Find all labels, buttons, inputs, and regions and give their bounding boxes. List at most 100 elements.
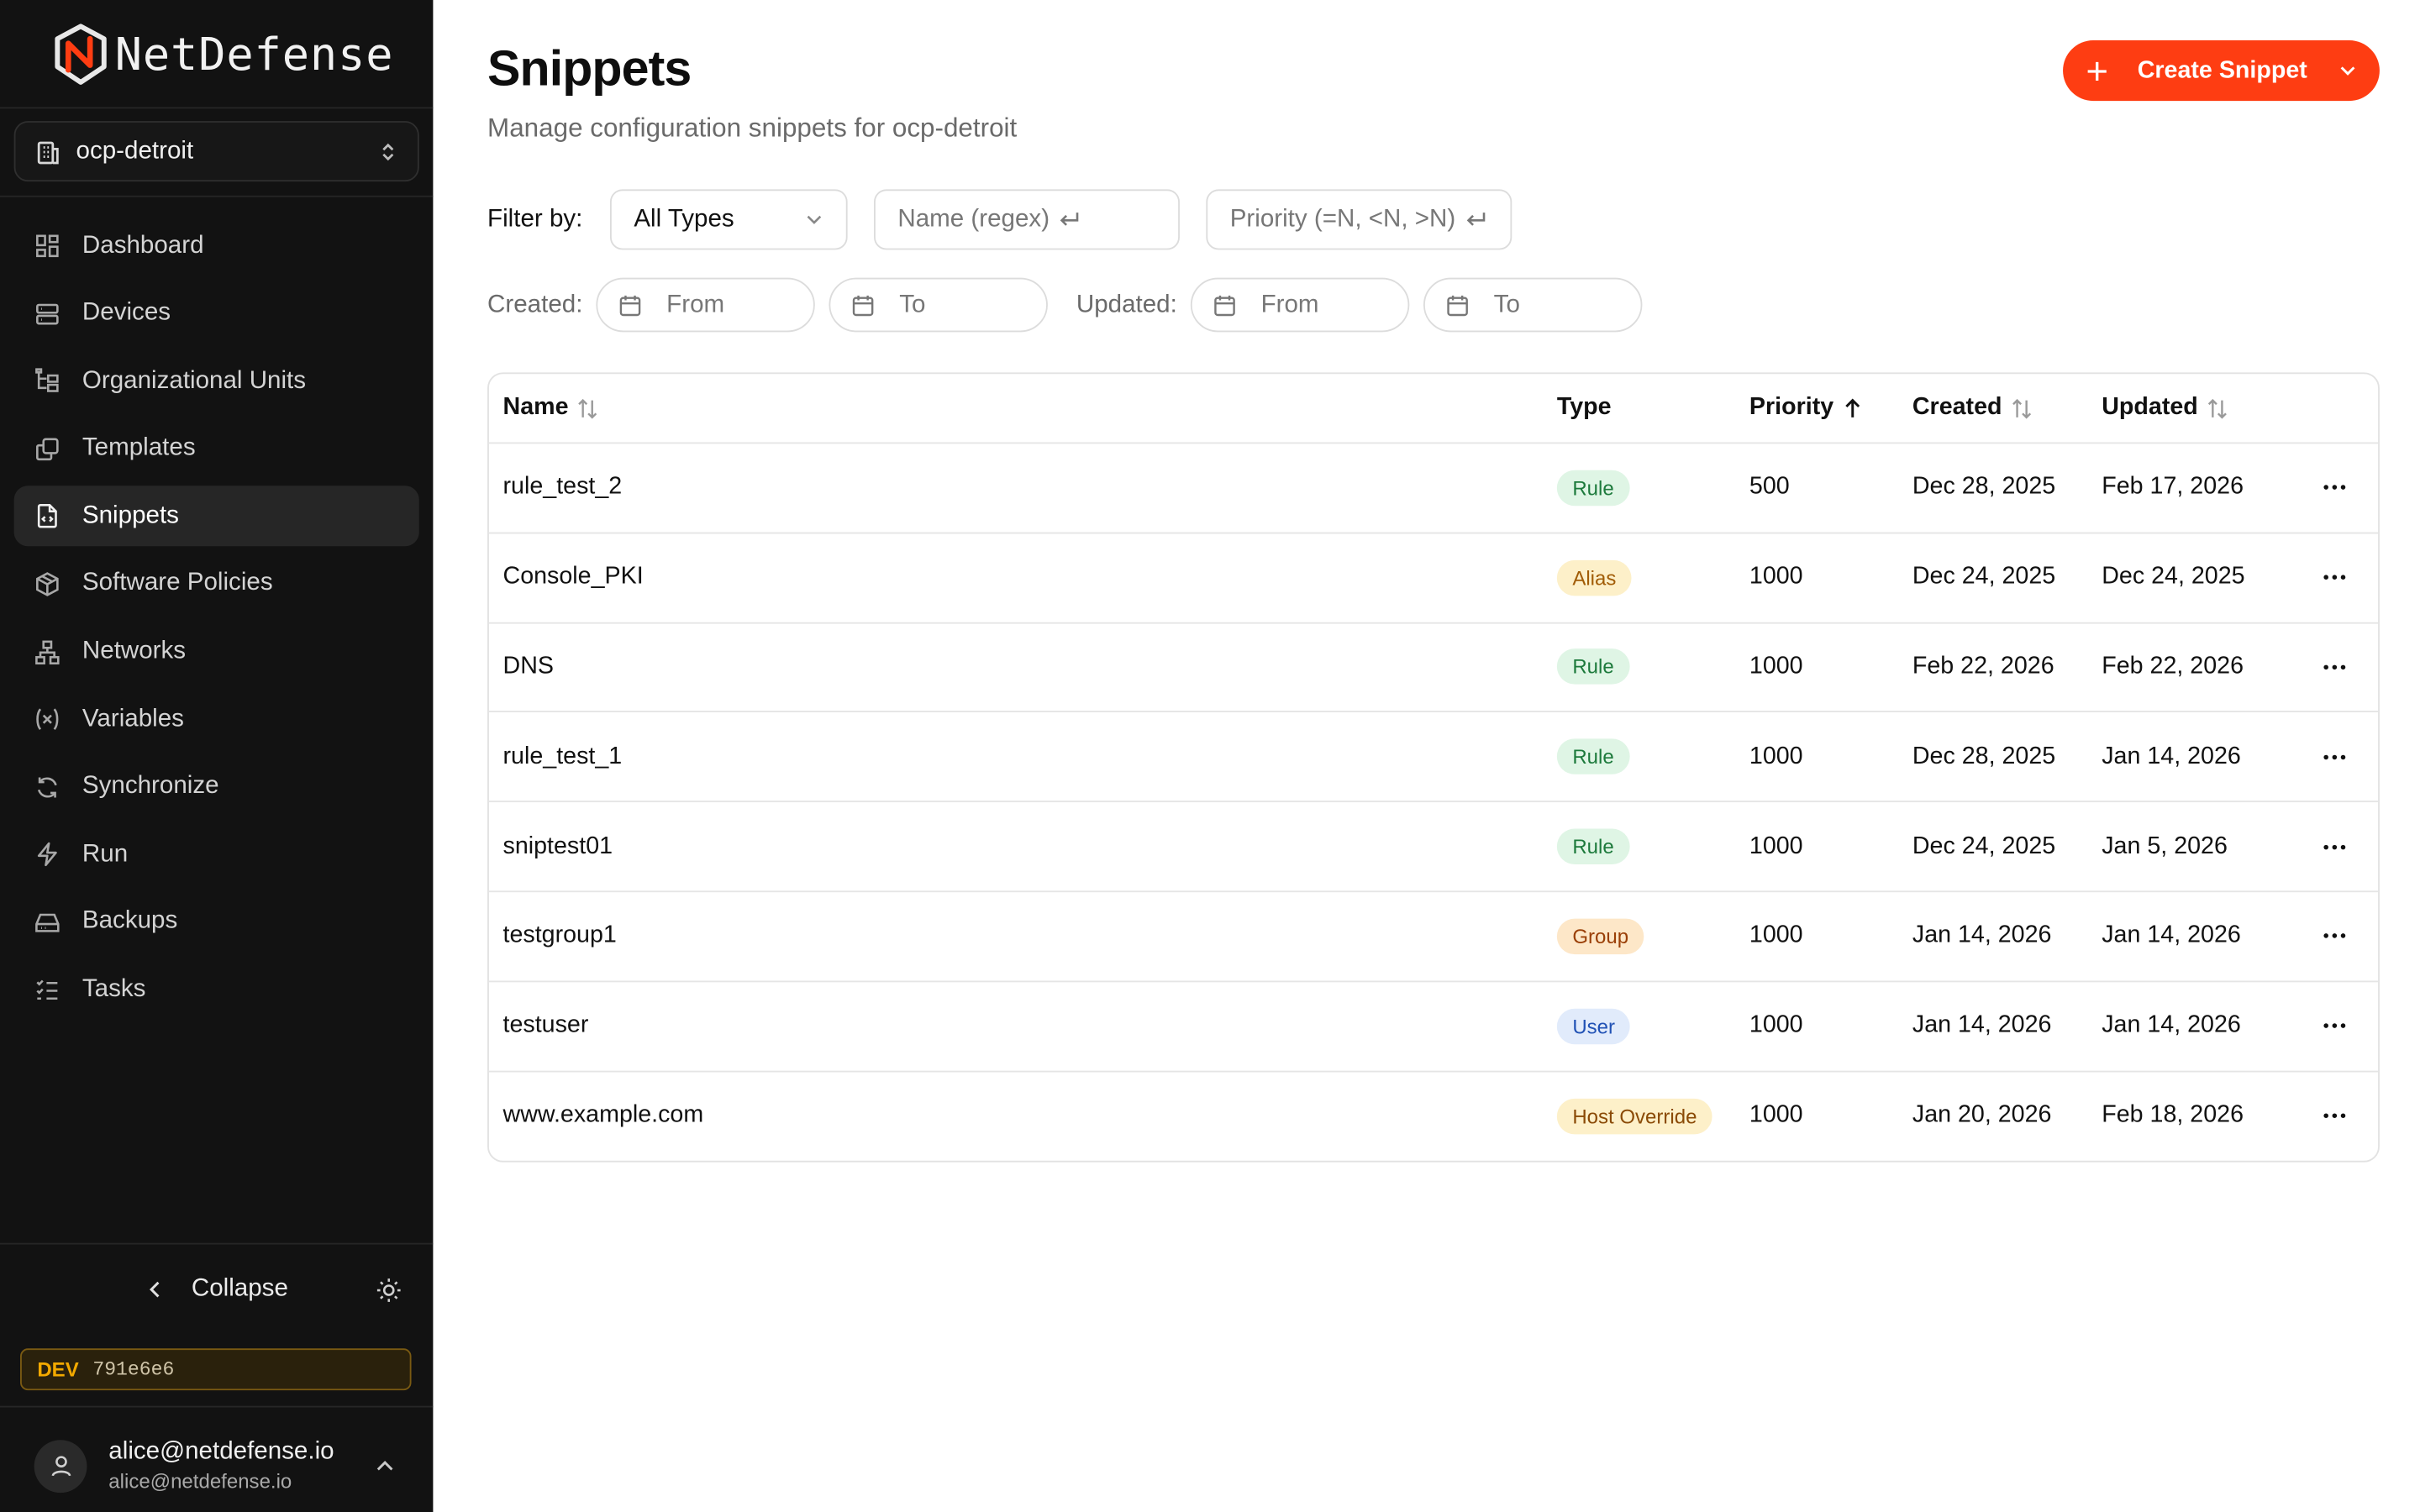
row-actions-button[interactable] (2312, 1023, 2358, 1029)
env-tag: DEV (37, 1357, 79, 1382)
sidebar-item-synchronize[interactable]: Synchronize (14, 757, 419, 817)
snippet-name[interactable]: testgroup1 (489, 922, 1557, 950)
drive-icon (35, 913, 60, 932)
created-cell: Dec 24, 2025 (1912, 563, 2056, 591)
table-row[interactable]: Console_PKI Alias 1000 Dec 24, 2025 Dec … (488, 533, 2379, 623)
row-actions-button[interactable] (2312, 485, 2358, 491)
org-selector[interactable]: ocp-detroit (13, 121, 419, 182)
row-actions-button[interactable] (2312, 753, 2358, 759)
snippet-name[interactable]: Console_PKI (489, 564, 1557, 591)
updated-to-picker[interactable]: To (1423, 277, 1644, 333)
chevron-down-icon (808, 215, 822, 224)
priority-cell: 1000 (1749, 563, 1803, 591)
sort-arrows-icon (2207, 397, 2227, 418)
server-icon (36, 302, 59, 324)
snippet-name[interactable]: testuser (489, 1012, 1557, 1040)
row-actions-button[interactable] (2312, 575, 2358, 580)
variable-icon (36, 708, 59, 731)
sidebar-item-tasks[interactable]: Tasks (14, 960, 419, 1021)
type-filter-select[interactable]: All Types (610, 189, 849, 250)
sidebar-item-label: Snippets (82, 502, 179, 529)
priority-cell: 500 (1749, 474, 1790, 501)
sidebar-item-label: Dashboard (82, 232, 204, 259)
table-row[interactable]: rule_test_1 Rule 1000 Dec 28, 2025 Jan 1… (488, 713, 2379, 803)
network-icon (35, 639, 60, 664)
updated-cell: Jan 5, 2026 (2102, 832, 2228, 859)
sidebar-item-networks[interactable]: Networks (14, 622, 419, 682)
row-actions-button[interactable] (2312, 933, 2358, 939)
more-horizontal-icon (2323, 933, 2346, 939)
created-to-picker[interactable]: To (829, 277, 1049, 333)
theme-toggle-sun-icon[interactable] (376, 1277, 402, 1303)
more-horizontal-icon (2323, 1023, 2346, 1029)
bolt-icon (37, 843, 57, 867)
more-horizontal-icon (2323, 664, 2346, 670)
type-badge: Rule (1556, 828, 1630, 865)
create-snippet-button[interactable]: Create Snippet (2063, 40, 2380, 102)
sort-arrows-icon (2012, 397, 2031, 418)
sidebar-item-label: Tasks (82, 976, 146, 1003)
snippet-name[interactable]: www.example.com (489, 1102, 1557, 1130)
more-horizontal-icon (2323, 844, 2346, 849)
date-placeholder: From (1260, 291, 1319, 318)
created-cell: Dec 28, 2025 (1912, 474, 2056, 501)
filter-bar: Filter by: All Types Name (regex) Priori… (487, 189, 1512, 250)
priority-cell: 1000 (1749, 653, 1803, 680)
type-badge: Rule (1556, 470, 1630, 507)
updated-cell: Jan 14, 2026 (2102, 921, 2241, 949)
row-actions-button[interactable] (2312, 843, 2358, 849)
table-row[interactable]: testuser User 1000 Jan 14, 2026 Jan 14, … (488, 982, 2379, 1072)
priority-cell: 1000 (1749, 1011, 1803, 1039)
sidebar-item-snippets[interactable]: Snippets (13, 486, 419, 547)
created-cell: Jan 14, 2026 (1912, 921, 2052, 949)
sidebar-item-backups[interactable]: Backups (14, 892, 419, 953)
column-header-type: Type (1557, 394, 1749, 422)
name-regex-input[interactable]: Name (regex) (874, 189, 1181, 250)
table-row[interactable]: rule_test_2 Rule 500 Dec 28, 2025 Feb 17… (488, 444, 2379, 534)
column-header-priority[interactable]: Priority (1749, 394, 1912, 422)
package-icon (36, 572, 59, 596)
priority-cell: 1000 (1749, 1102, 1803, 1129)
column-label: Type (1556, 394, 1612, 421)
plus-icon (2087, 60, 2107, 81)
sidebar-item-run[interactable]: Run (14, 825, 419, 885)
sidebar-item-devices[interactable]: Devices (14, 283, 419, 344)
row-actions-button[interactable] (2312, 1113, 2358, 1119)
sort-arrows-icon (578, 397, 597, 418)
column-header-updated[interactable]: Updated (2102, 394, 2311, 422)
build-hash: 791e6e6 (92, 1358, 175, 1381)
user-menu[interactable]: alice@netdefense.io alice@netdefense.io (0, 1405, 434, 1512)
more-horizontal-icon (2323, 575, 2346, 580)
filter-by-label: Filter by: (487, 205, 583, 233)
sidebar-item-software-policies[interactable]: Software Policies (14, 554, 419, 614)
created-from-picker[interactable]: From (597, 277, 816, 333)
sidebar-item-templates[interactable]: Templates (14, 418, 419, 479)
date-placeholder: From (666, 291, 725, 318)
sidebar-item-dashboard[interactable]: Dashboard (14, 216, 419, 276)
table-row[interactable]: www.example.com Host Override 1000 Jan 2… (489, 1072, 2378, 1162)
create-snippet-label: Create Snippet (2137, 56, 2307, 83)
snippet-name[interactable]: rule_test_1 (489, 743, 1557, 770)
updated-cell: Feb 22, 2026 (2102, 653, 2244, 680)
column-label: Updated (2102, 394, 2198, 421)
collapse-button[interactable]: Collapse (0, 1245, 433, 1335)
date-placeholder: To (1493, 291, 1520, 318)
sidebar-item-variables[interactable]: Variables (14, 689, 419, 749)
sidebar-item-organizational-units[interactable]: Organizational Units (14, 351, 419, 412)
column-header-name[interactable]: Name (489, 394, 1557, 422)
table-row[interactable]: testgroup1 Group 1000 Jan 14, 2026 Jan 1… (488, 892, 2379, 982)
environment-badge: DEV 791e6e6 (20, 1348, 412, 1391)
snippet-name[interactable]: DNS (489, 654, 1557, 681)
snippet-name[interactable]: rule_test_2 (489, 474, 1557, 501)
avatar (34, 1439, 87, 1493)
table-row[interactable]: sniptest01 Rule 1000 Dec 24, 2025 Jan 5,… (488, 802, 2379, 893)
chevron-down-icon[interactable] (2338, 60, 2359, 81)
row-actions-button[interactable] (2312, 664, 2358, 670)
updated-cell: Feb 18, 2026 (2102, 1102, 2244, 1129)
column-header-created[interactable]: Created (1912, 394, 2102, 422)
snippet-name[interactable]: sniptest01 (489, 832, 1557, 860)
brand-logo[interactable]: NetDefense (0, 0, 434, 109)
updated-from-picker[interactable]: From (1191, 277, 1410, 333)
table-row[interactable]: DNS Rule 1000 Feb 22, 2026 Feb 22, 2026 (488, 623, 2379, 713)
priority-filter-input[interactable]: Priority (=N, <N, >N) (1206, 189, 1512, 250)
